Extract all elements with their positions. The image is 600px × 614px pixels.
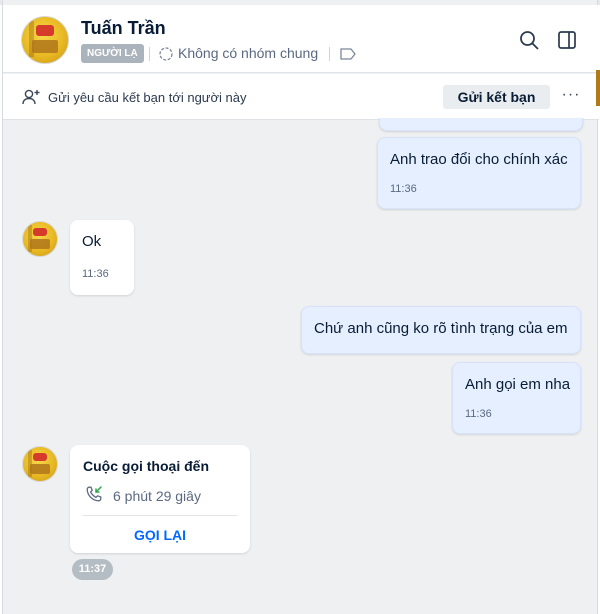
call-card: Cuộc gọi thoại đến 6 phút 29 giây GỌI LẠ…: [70, 445, 250, 553]
more-options-icon[interactable]: ···: [561, 87, 581, 107]
chat-header: Tuấn Trần NGƯỜI LẠ Không có nhóm chung: [3, 5, 599, 73]
tag-icon[interactable]: [339, 47, 357, 61]
friend-request-text: Gửi yêu cầu kết bạn tới người này: [48, 90, 247, 105]
message-text: Anh trao đổi cho chính xác: [390, 151, 568, 168]
chat-window: Tuấn Trần NGƯỜI LẠ Không có nhóm chung G…: [2, 0, 599, 614]
call-back-button[interactable]: GỌI LẠI: [70, 527, 250, 543]
message-bubble-partial[interactable]: [379, 118, 583, 131]
message-time: 11:36: [390, 183, 417, 195]
message-bubble[interactable]: Chứ anh cũng ko rõ tình trạng của em: [301, 306, 581, 354]
message-bubble[interactable]: Anh gọi em nha 11:36: [452, 362, 581, 434]
call-title: Cuộc gọi thoại đến: [83, 458, 209, 474]
call-time-badge: 11:37: [72, 559, 113, 580]
contact-avatar[interactable]: [21, 16, 69, 64]
stranger-badge: NGƯỜI LẠ: [81, 44, 144, 63]
add-friend-icon: [22, 89, 40, 105]
message-bubble[interactable]: Anh trao đổi cho chính xác 11:36: [377, 137, 581, 209]
incoming-call-icon: [86, 486, 102, 502]
message-bubble[interactable]: Ok 11:36: [70, 220, 134, 295]
divider: [83, 515, 237, 516]
message-text: Chứ anh cũng ko rõ tình trạng của em: [314, 320, 568, 337]
friend-request-bar: Gửi yêu cầu kết bạn tới người này Gửi kế…: [3, 74, 599, 120]
call-duration: 6 phút 29 giây: [113, 488, 201, 504]
mutual-groups-text[interactable]: Không có nhóm chung: [178, 45, 318, 61]
window-edge-strip: [596, 70, 600, 106]
message-time: 11:36: [465, 408, 492, 420]
side-panel-icon[interactable]: [556, 29, 578, 51]
send-friend-request-button[interactable]: Gửi kết bạn: [443, 85, 550, 109]
message-text: Ok: [82, 233, 102, 250]
sender-avatar[interactable]: [22, 221, 58, 257]
group-icon: [159, 47, 173, 61]
divider: [149, 47, 150, 61]
message-text: Anh gọi em nha: [465, 376, 571, 393]
contact-name[interactable]: Tuấn Trần: [81, 18, 166, 39]
sender-avatar[interactable]: [22, 446, 58, 482]
divider: [329, 47, 330, 61]
message-time: 11:36: [82, 268, 109, 280]
search-icon[interactable]: [518, 29, 540, 51]
